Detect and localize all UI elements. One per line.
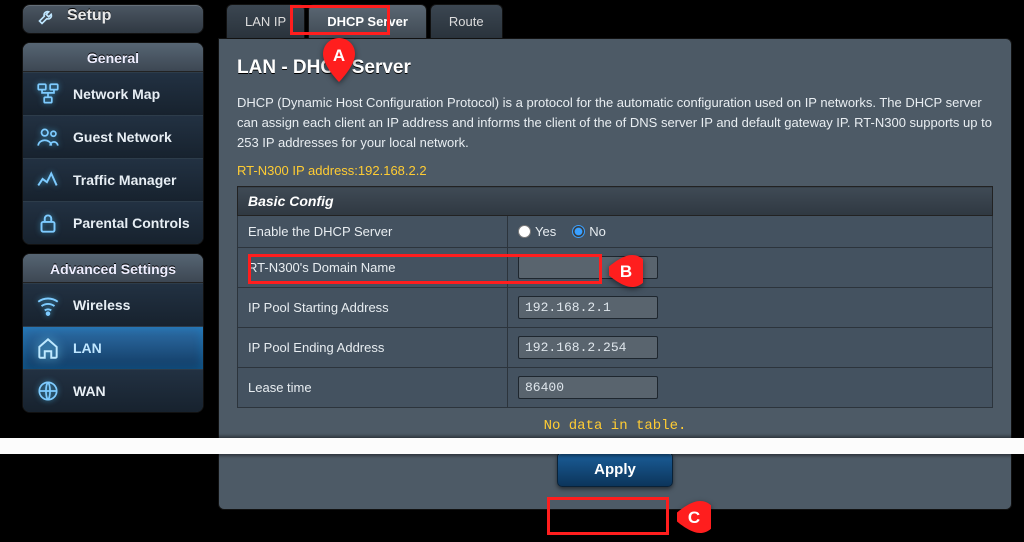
pool-end-input[interactable] [518,336,658,359]
sidebar-item-traffic-manager[interactable]: Traffic Manager [23,158,203,201]
sidebar-item-lan[interactable]: LAN [23,326,203,369]
radio-yes-label: Yes [535,224,556,239]
sidebar-item-label: Parental Controls [73,215,190,231]
globe-icon [35,380,61,402]
sidebar-item-label: Guest Network [73,129,172,145]
traffic-manager-icon [35,169,61,191]
radio-no-label: No [589,224,606,239]
ip-address-line: RT-N300 IP address:192.168.2.2 [237,163,993,178]
general-section: General Network Map Guest Network Traffi… [22,42,204,245]
home-icon [35,337,61,359]
annotation-pin-a: A [322,38,356,82]
annotation-box-a [290,5,390,35]
wrench-icon [37,6,57,26]
annotation-pin-c: C [677,495,711,539]
sidebar-item-label: LAN [73,340,102,356]
annotation-box-c [547,497,669,535]
lock-icon [35,212,61,234]
sidebar-item-label: Wireless [73,297,130,313]
tab-route[interactable]: Route [430,4,503,38]
page-break-tear [0,438,1024,454]
general-header: General [23,43,203,72]
basic-config-header: Basic Config [238,187,993,216]
tab-label: Route [449,14,484,29]
apply-button[interactable]: Apply [557,452,673,487]
pool-end-label: IP Pool Ending Address [238,328,508,368]
annotation-letter: A [322,46,356,66]
ip-address-value: 192.168.2.2 [358,163,427,178]
sidebar: Setup General Network Map Guest Network [0,0,212,542]
sidebar-item-label: WAN [73,383,106,399]
sidebar-item-label: Traffic Manager [73,172,176,188]
enable-dhcp-no[interactable]: No [572,224,606,239]
lease-time-label: Lease time [238,368,508,408]
annotation-box-b [248,254,602,284]
enable-dhcp-radio-group: Yes No [518,224,982,239]
advanced-header: Advanced Settings [23,254,203,283]
ip-address-label: RT-N300 IP address: [237,163,358,178]
sidebar-item-guest-network[interactable]: Guest Network [23,115,203,158]
basic-config-table: Basic Config Enable the DHCP Server Yes … [237,186,993,408]
sidebar-item-wan[interactable]: WAN [23,369,203,412]
setup-button[interactable]: Setup [22,4,204,34]
guest-network-icon [35,126,61,148]
apply-button-label: Apply [594,461,636,478]
annotation-letter: C [677,508,711,528]
lease-time-input[interactable] [518,376,658,399]
enable-dhcp-yes[interactable]: Yes [518,224,556,239]
sidebar-item-network-map[interactable]: Network Map [23,72,203,115]
wireless-icon [35,294,61,316]
enable-dhcp-no-radio[interactable] [572,225,585,238]
network-map-icon [35,83,61,105]
sidebar-item-label: Network Map [73,86,160,102]
advanced-section: Advanced Settings Wireless LAN WAN [22,253,204,413]
page-description: DHCP (Dynamic Host Configuration Protoco… [237,93,993,153]
annotation-pin-b: B [609,249,643,293]
sidebar-item-wireless[interactable]: Wireless [23,283,203,326]
enable-dhcp-yes-radio[interactable] [518,225,531,238]
annotation-letter: B [609,262,643,282]
setup-label: Setup [67,7,111,25]
pool-start-input[interactable] [518,296,658,319]
sidebar-item-parental-controls[interactable]: Parental Controls [23,201,203,244]
tab-label: LAN IP [245,14,286,29]
enable-dhcp-label: Enable the DHCP Server [238,216,508,248]
pool-start-label: IP Pool Starting Address [238,288,508,328]
